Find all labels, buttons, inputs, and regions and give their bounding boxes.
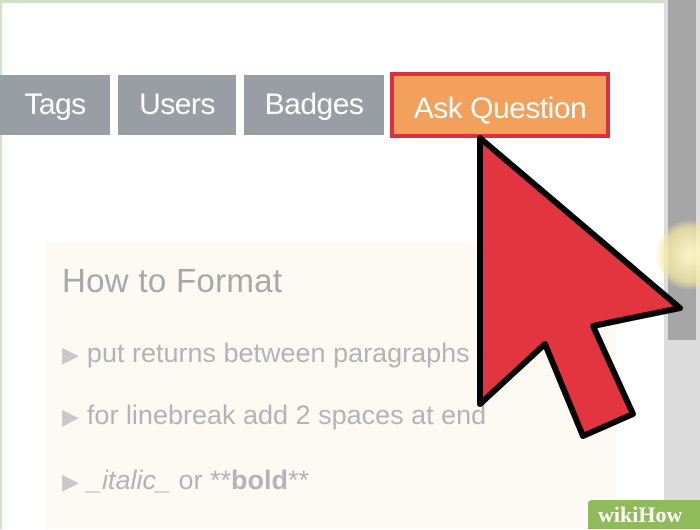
format-tip-bold-close: ** — [287, 465, 309, 495]
cursor-arrow-icon — [477, 135, 683, 439]
format-tip-text: for linebreak add 2 spaces at end — [86, 400, 487, 430]
triangle-right-icon: ▶ — [62, 342, 79, 367]
format-tip-italic-bold: ▶ _italic_ or **bold** — [62, 465, 309, 496]
triangle-right-icon: ▶ — [62, 469, 79, 494]
how-to-format-title: How to Format — [62, 262, 283, 299]
tags-button[interactable]: Tags — [0, 75, 110, 135]
format-tip-bold-open: ** — [209, 465, 231, 495]
frame-top-border — [0, 0, 700, 3]
watermark-how: How — [638, 502, 683, 527]
wikihow-watermark: wikiHow — [588, 500, 700, 529]
badges-button[interactable]: Badges — [244, 75, 384, 135]
watermark-wiki: wiki — [598, 502, 639, 527]
format-tip-paragraphs: ▶ put returns between paragraphs — [62, 338, 470, 369]
users-button[interactable]: Users — [118, 75, 236, 135]
format-tip-italic: _italic_ — [86, 465, 171, 495]
format-tip-text: put returns between paragraphs — [86, 338, 470, 368]
format-tip-linebreak: ▶ for linebreak add 2 spaces at end — [62, 400, 486, 431]
format-tip-bold: bold — [231, 465, 288, 495]
format-tip-or: or — [170, 465, 210, 495]
ask-question-button[interactable]: Ask Question — [390, 72, 610, 138]
triangle-right-icon: ▶ — [62, 404, 79, 429]
